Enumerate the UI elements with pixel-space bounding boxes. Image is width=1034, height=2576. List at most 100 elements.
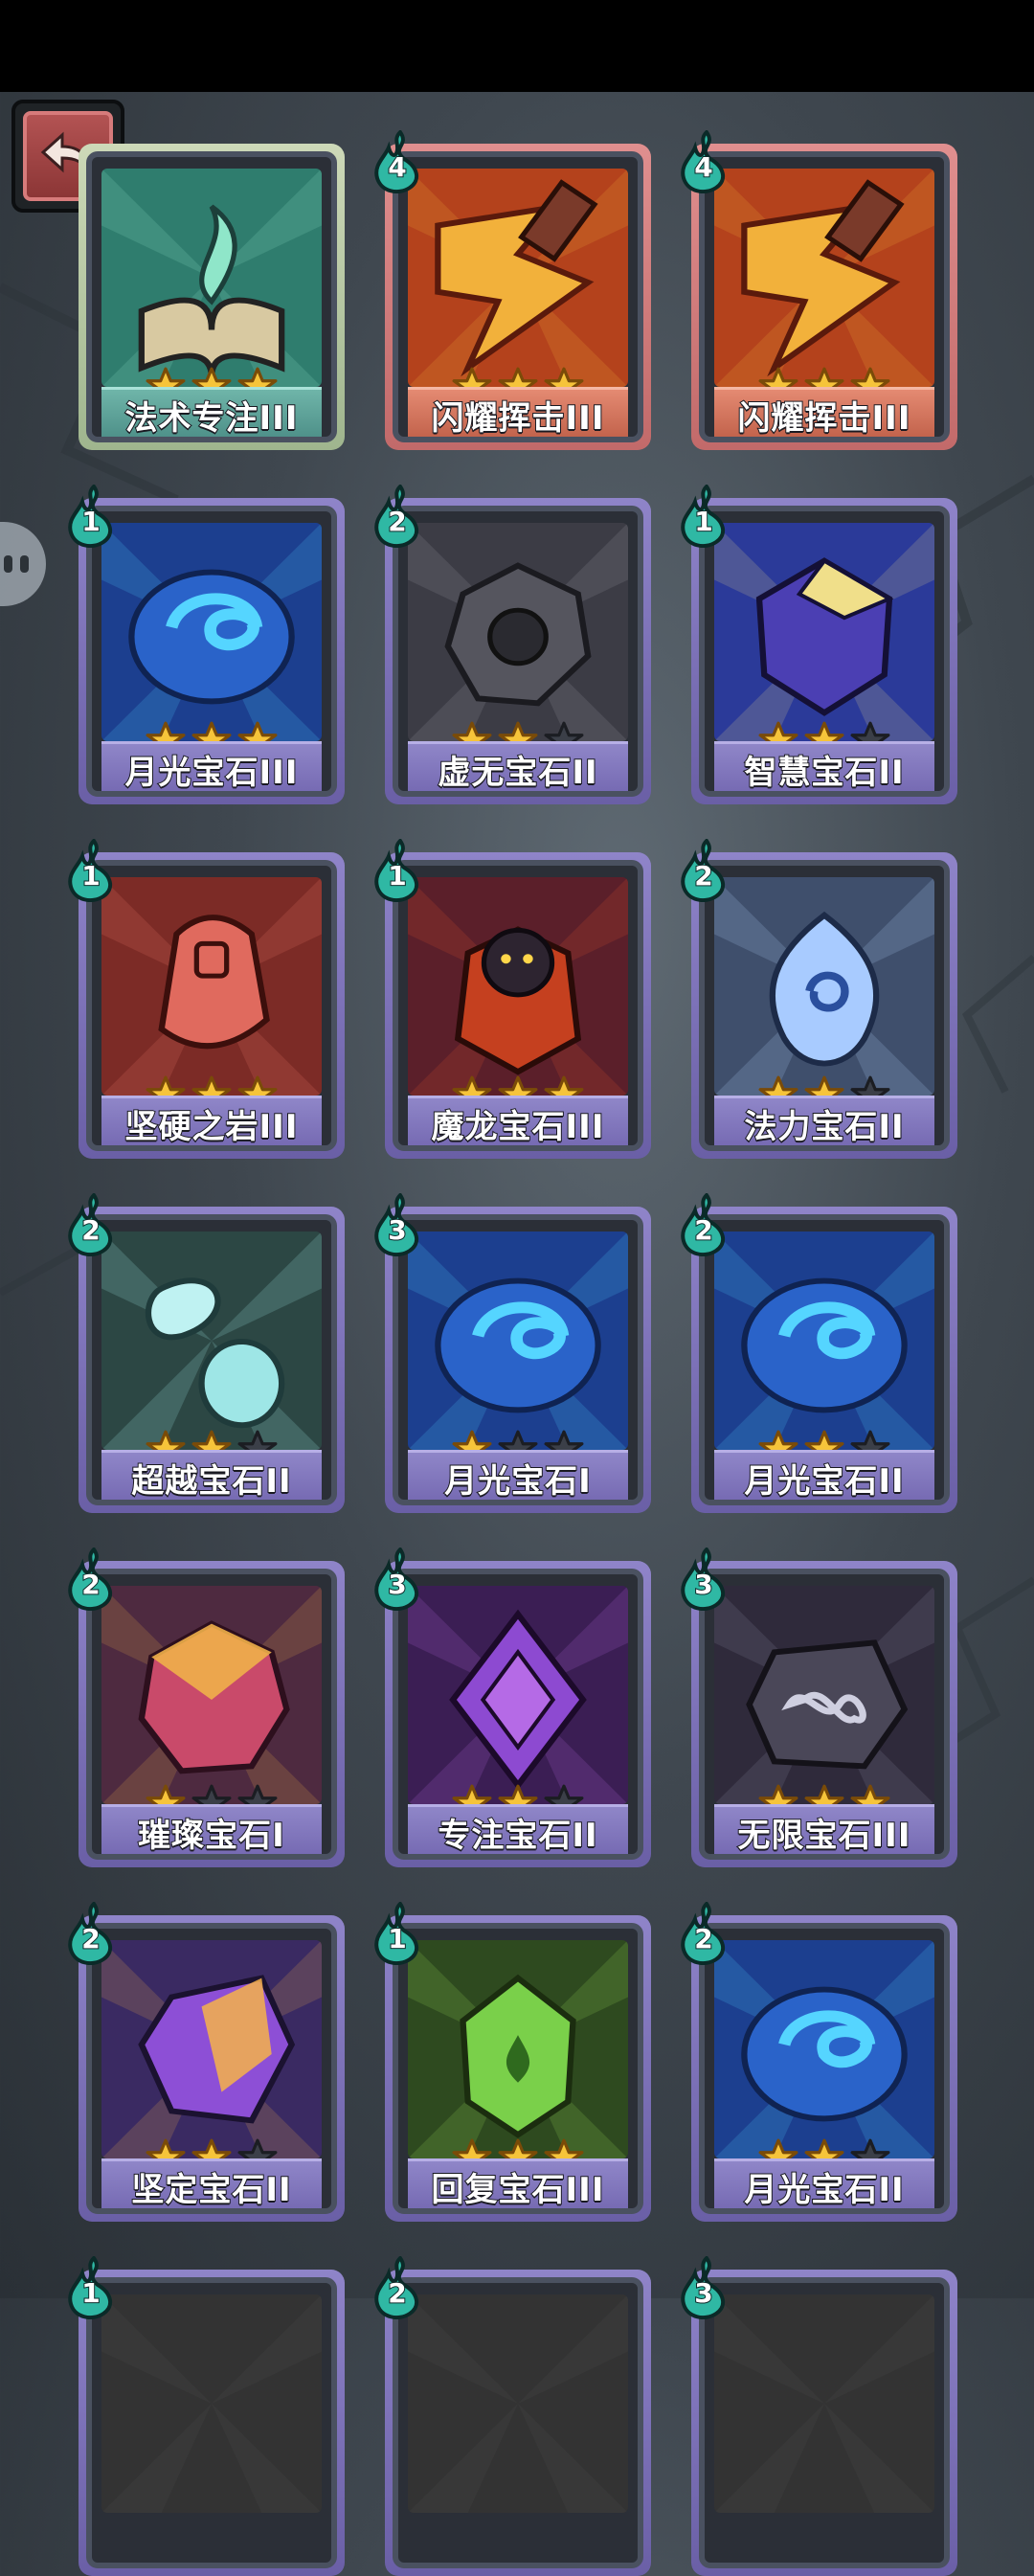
card-art-none <box>408 2294 628 2513</box>
card-name: 月光宝石II <box>714 1450 934 1500</box>
card-name: 坚定宝石II <box>101 2158 322 2208</box>
mana-cost-badge: 2 <box>65 1546 117 1612</box>
card[interactable]: 虚无宝石II 2 <box>374 483 651 804</box>
card-frame: 月光宝石III <box>86 506 337 797</box>
card[interactable]: 坚定宝石II 2 <box>68 1900 345 2222</box>
mana-cost-value: 3 <box>693 1568 713 1601</box>
card-art-none <box>101 2294 322 2513</box>
mana-cost-badge: 1 <box>678 483 730 549</box>
card-name: 闪耀挥击III <box>714 387 934 437</box>
mana-cost-badge: 1 <box>65 483 117 549</box>
mana-cost-value: 3 <box>387 1213 407 1247</box>
card-frame: 月光宝石II <box>699 1923 950 2214</box>
mana-cost-badge: 3 <box>678 2254 730 2320</box>
card-art-focus <box>408 1586 628 1804</box>
card-frame: 专注宝石II <box>393 1569 643 1860</box>
card-name: 法力宝石II <box>714 1096 934 1145</box>
card[interactable]: 1 <box>68 2254 345 2576</box>
card-frame: 璀璨宝石I <box>86 1569 337 1860</box>
card[interactable]: 魔龙宝石III 1 <box>374 837 651 1159</box>
card-frame: 智慧宝石II <box>699 506 950 797</box>
card-frame: 闪耀挥击III <box>393 151 643 442</box>
mana-cost-badge: 1 <box>65 2254 117 2320</box>
card-art-moon <box>408 1232 628 1450</box>
mana-cost-value: 4 <box>387 150 407 184</box>
card-name: 月光宝石II <box>714 2158 934 2208</box>
mana-cost-value: 3 <box>693 2276 713 2310</box>
card[interactable]: 专注宝石II 3 <box>374 1546 651 1867</box>
card[interactable]: 坚硬之岩III 1 <box>68 837 345 1159</box>
card[interactable]: 月光宝石III 1 <box>68 483 345 804</box>
card-frame: 无限宝石III <box>699 1569 950 1860</box>
card[interactable]: 3 <box>681 2254 957 2576</box>
side-drawer-handle[interactable] <box>0 522 46 606</box>
mana-cost-value: 1 <box>80 505 101 538</box>
mana-cost-badge: 2 <box>371 483 423 549</box>
card-art-none <box>714 2294 934 2513</box>
card-frame: 坚硬之岩III <box>86 860 337 1151</box>
card[interactable]: 2 <box>374 2254 651 2576</box>
card-art-slash <box>408 169 628 387</box>
card[interactable]: 月光宝石I 3 <box>374 1191 651 1513</box>
card-art-firm <box>101 1940 322 2158</box>
mana-cost-badge: 4 <box>371 128 423 194</box>
mana-cost-value: 1 <box>693 505 713 538</box>
card-art-wisdom <box>714 523 934 741</box>
card-frame <box>86 2277 337 2568</box>
mana-cost-badge: 2 <box>678 1900 730 1966</box>
card-art-moon <box>714 1940 934 2158</box>
card[interactable]: 法术专注III <box>79 144 345 450</box>
mana-cost-badge: 4 <box>678 128 730 194</box>
mana-cost-value: 1 <box>80 859 101 893</box>
card-frame: 月光宝石II <box>699 1214 950 1505</box>
card[interactable]: 回复宝石III 1 <box>374 1900 651 2222</box>
mana-cost-value: 2 <box>693 859 713 893</box>
mana-cost-value: 2 <box>387 505 407 538</box>
card-art-slash <box>714 169 934 387</box>
card[interactable]: 法力宝石II 2 <box>681 837 957 1159</box>
mana-cost-badge: 1 <box>371 837 423 903</box>
mana-cost-badge: 2 <box>371 2254 423 2320</box>
mana-cost-badge: 2 <box>678 837 730 903</box>
card[interactable]: 闪耀挥击III 4 <box>374 128 651 450</box>
mana-cost-badge: 2 <box>65 1900 117 1966</box>
card-art-brilliant <box>101 1586 322 1804</box>
card-art-dragon <box>408 877 628 1096</box>
card-art-rock <box>101 877 322 1096</box>
card-name: 坚硬之岩III <box>101 1096 322 1145</box>
mana-cost-value: 2 <box>80 1922 101 1955</box>
card-art-book <box>101 169 322 387</box>
status-bar <box>0 0 1034 92</box>
card[interactable]: 无限宝石III 3 <box>681 1546 957 1867</box>
mana-cost-value: 2 <box>693 1922 713 1955</box>
card-art-infinity <box>714 1586 934 1804</box>
card[interactable]: 超越宝石II 2 <box>68 1191 345 1513</box>
card-name: 璀璨宝石I <box>101 1804 322 1854</box>
card[interactable]: 智慧宝石II 1 <box>681 483 957 804</box>
card[interactable]: 月光宝石II 2 <box>681 1900 957 2222</box>
card-name: 智慧宝石II <box>714 741 934 791</box>
card-frame: 超越宝石II <box>86 1214 337 1505</box>
card-name: 月光宝石III <box>101 741 322 791</box>
mana-cost-value: 1 <box>387 1922 407 1955</box>
card-frame: 法术专注III <box>86 151 337 442</box>
card-name: 专注宝石II <box>408 1804 628 1854</box>
mana-cost-value: 2 <box>80 1568 101 1601</box>
mana-cost-value: 4 <box>693 150 713 184</box>
card-name: 魔龙宝石III <box>408 1096 628 1145</box>
card-frame: 法力宝石II <box>699 860 950 1151</box>
card-art-void <box>408 523 628 741</box>
card-art-moon <box>714 1232 934 1450</box>
mana-cost-badge: 2 <box>678 1191 730 1257</box>
mana-cost-badge: 3 <box>371 1191 423 1257</box>
mana-cost-value: 1 <box>387 859 407 893</box>
card[interactable]: 闪耀挥击III 4 <box>681 128 957 450</box>
card[interactable]: 璀璨宝石I 2 <box>68 1546 345 1867</box>
mana-cost-badge: 3 <box>678 1546 730 1612</box>
card-art-mana <box>714 877 934 1096</box>
mana-cost-badge: 1 <box>371 1900 423 1966</box>
card-name: 法术专注III <box>101 387 322 437</box>
card-art-beyond <box>101 1232 322 1450</box>
card[interactable]: 月光宝石II 2 <box>681 1191 957 1513</box>
mana-cost-badge: 3 <box>371 1546 423 1612</box>
